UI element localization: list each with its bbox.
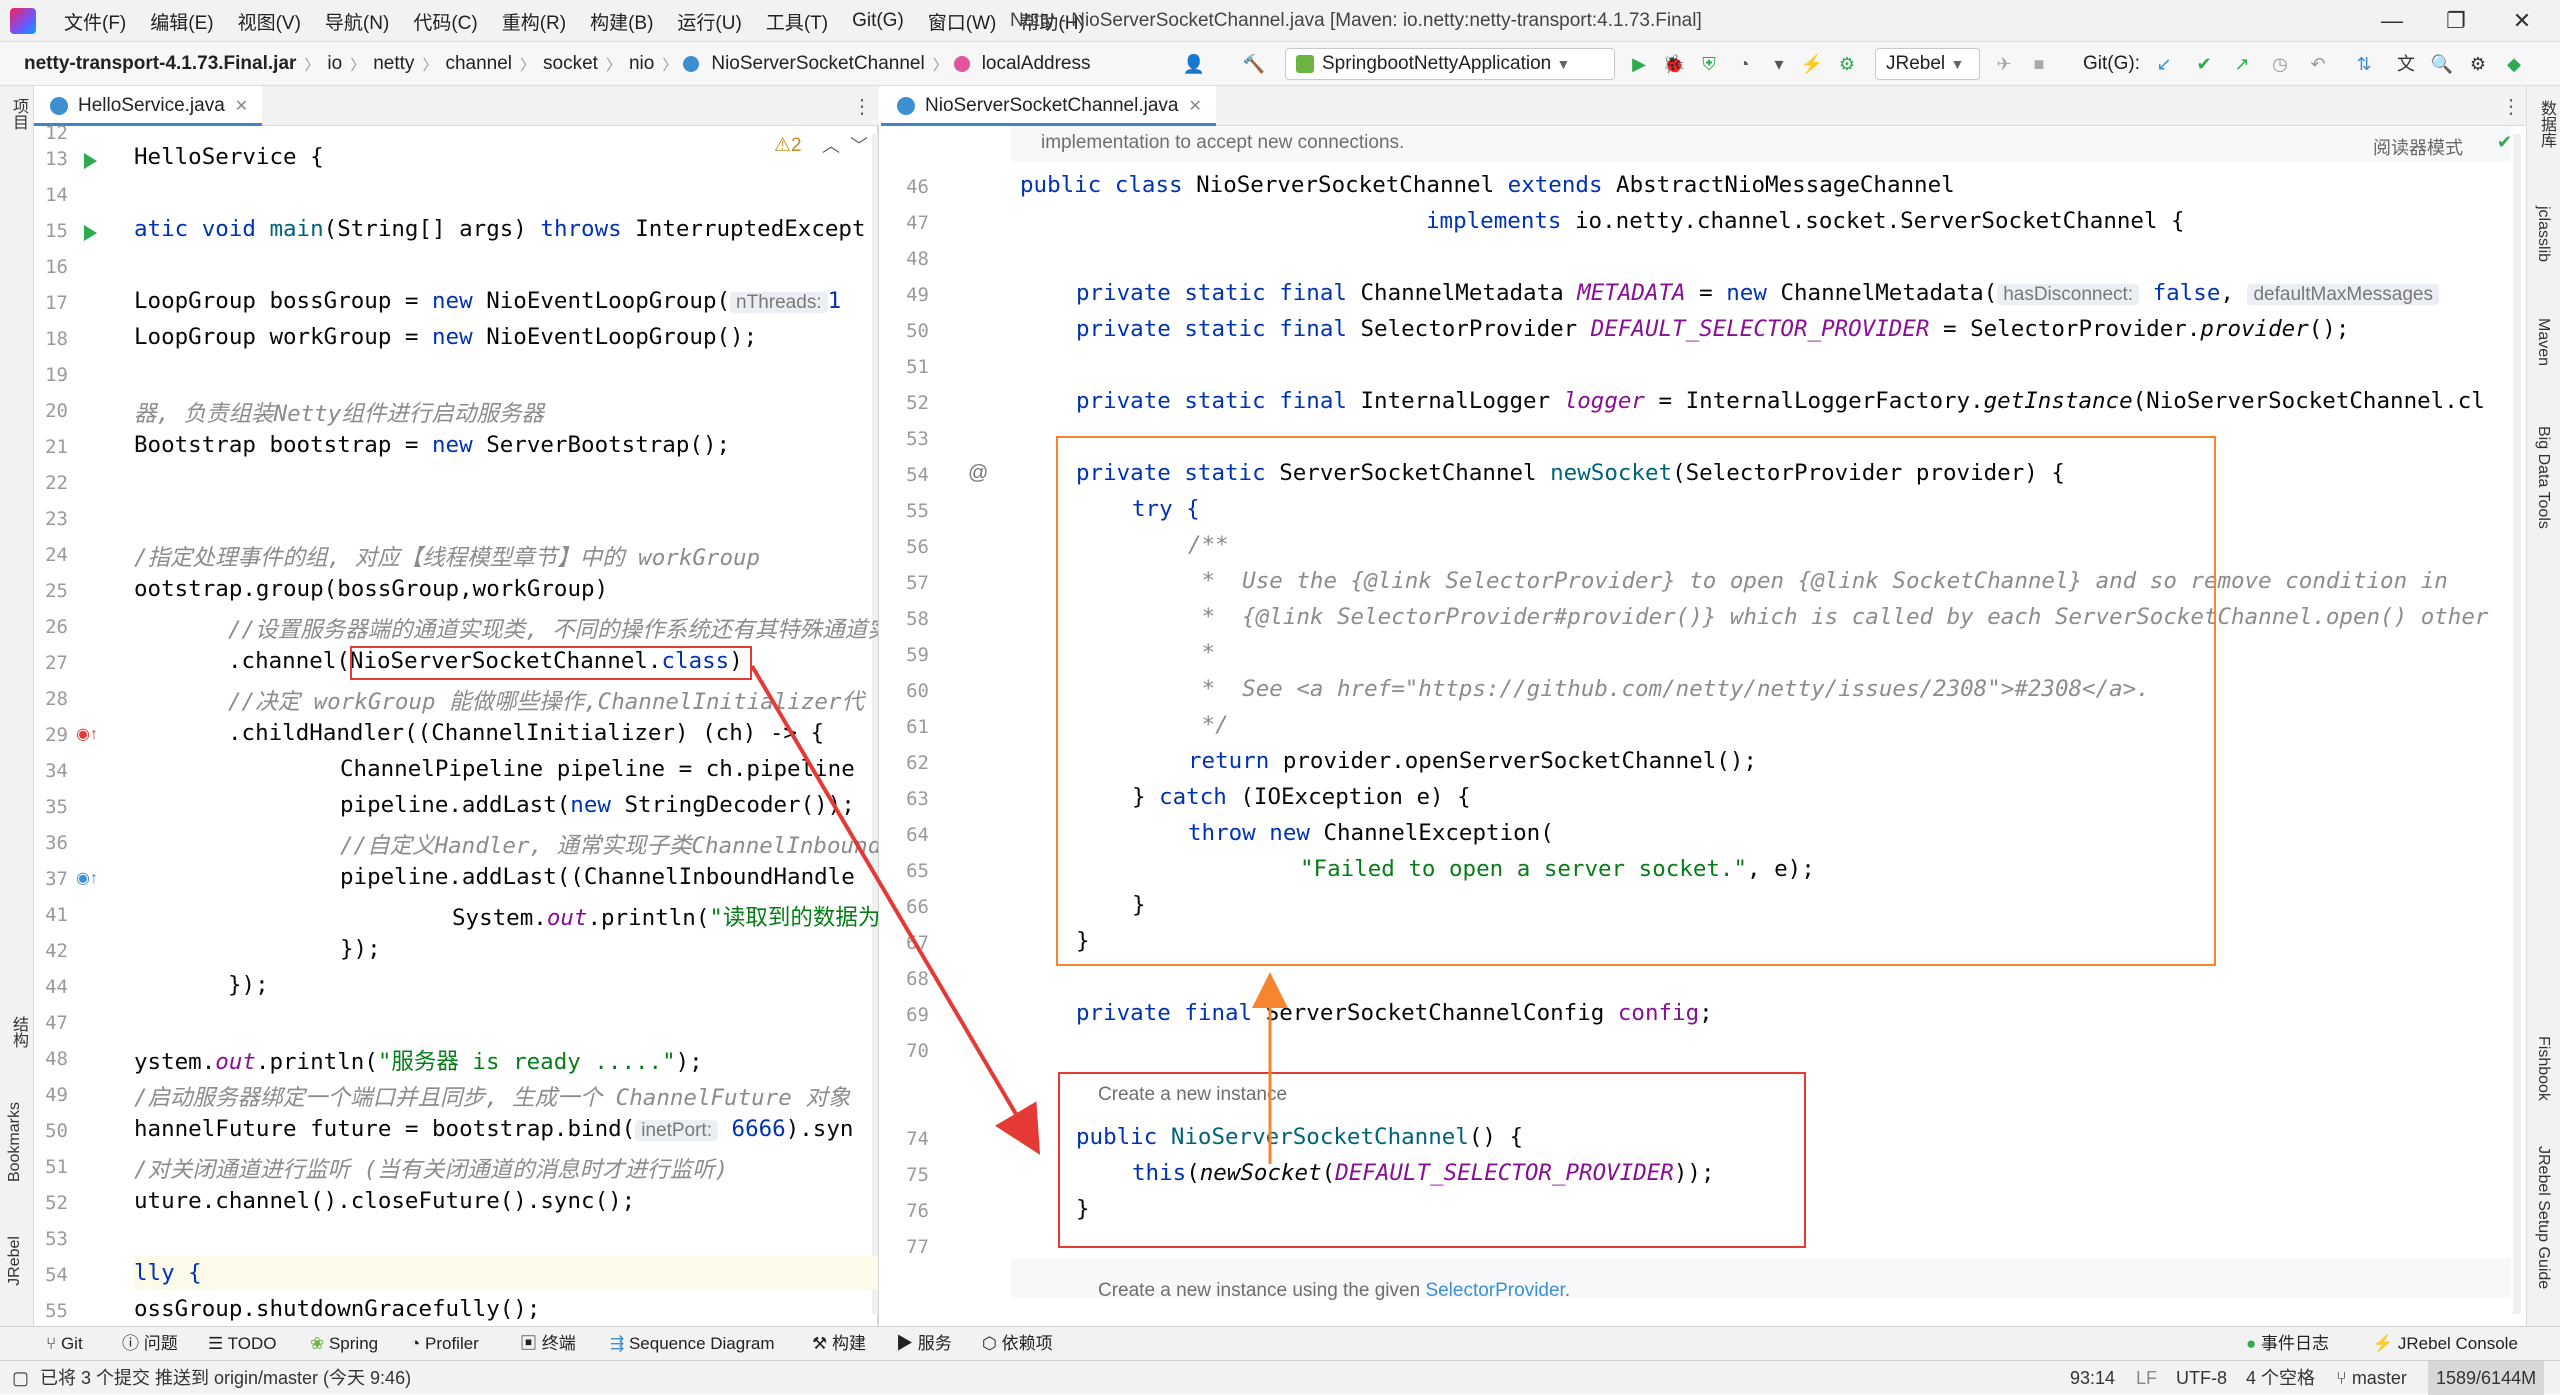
tool-terminal[interactable]: ▣ 终端 bbox=[520, 1327, 576, 1361]
services-icon: ▶ bbox=[896, 1334, 918, 1353]
tool-label: Git bbox=[60, 1334, 83, 1353]
tool-profiler[interactable]: ◔ Profiler bbox=[410, 1327, 479, 1361]
tool-label: 构建 bbox=[831, 1334, 866, 1353]
file-encoding[interactable]: UTF-8 bbox=[2176, 1361, 2227, 1395]
tool-sequence-diagram[interactable]: ⇶ Sequence Diagram bbox=[610, 1327, 775, 1361]
line-separator[interactable]: LF bbox=[2136, 1361, 2157, 1395]
tool-services[interactable]: ▶ 服务 bbox=[896, 1327, 952, 1361]
caret-position[interactable]: 93:14 bbox=[2070, 1361, 2115, 1395]
tool-label: 问题 bbox=[143, 1334, 178, 1353]
git-branch-icon: ⑂ bbox=[46, 1334, 61, 1353]
tool-label: 服务 bbox=[917, 1334, 952, 1353]
indent-setting[interactable]: 4 个空格 bbox=[2246, 1361, 2315, 1395]
tool-git[interactable]: ⑂ Git bbox=[46, 1327, 83, 1361]
tool-label: Spring bbox=[328, 1334, 379, 1353]
git-branch[interactable]: ⑂ master bbox=[2336, 1361, 2407, 1395]
tool-label: Profiler bbox=[425, 1334, 479, 1353]
annotation-arrows bbox=[750, 664, 1288, 1164]
build-hammer-icon: ⚒ bbox=[812, 1334, 832, 1353]
bottom-tool-window-bar: ⑂ Git ⓘ 问题 ☰ TODO ❀ Spring ◔ Profiler ▣ … bbox=[0, 1326, 2560, 1360]
event-log-icon: ● bbox=[2246, 1334, 2261, 1353]
memory-indicator[interactable]: 1589/6144M bbox=[2428, 1361, 2545, 1395]
tool-problems[interactable]: ⓘ 问题 bbox=[122, 1327, 178, 1361]
tool-label: 终端 bbox=[541, 1334, 576, 1353]
tool-dependencies[interactable]: ⬡ 依赖项 bbox=[982, 1327, 1053, 1361]
status-bar: ▢ 已将 3 个提交 推送到 origin/master (今天 9:46) 9… bbox=[0, 1360, 2560, 1395]
status-message[interactable]: 已将 3 个提交 推送到 origin/master (今天 9:46) bbox=[40, 1361, 411, 1395]
problems-icon: ⓘ bbox=[122, 1334, 144, 1353]
profiler-icon: ◔ bbox=[410, 1334, 425, 1353]
git-branch-icon: ⑂ bbox=[2336, 1368, 2352, 1388]
tool-jrebel-console[interactable]: ⚡ JRebel Console bbox=[2372, 1327, 2518, 1361]
tool-label: JRebel Console bbox=[2397, 1334, 2518, 1353]
tool-label: 依赖项 bbox=[1001, 1334, 1053, 1353]
tool-label: TODO bbox=[227, 1334, 277, 1353]
tool-label: Sequence Diagram bbox=[628, 1334, 775, 1353]
tool-label: 事件日志 bbox=[2261, 1334, 2329, 1353]
sequence-diagram-icon: ⇶ bbox=[610, 1334, 629, 1353]
tool-build[interactable]: ⚒ 构建 bbox=[812, 1327, 866, 1361]
jrebel-icon: ⚡ bbox=[2372, 1334, 2398, 1353]
branch-label: master bbox=[2351, 1368, 2407, 1388]
todo-icon: ☰ bbox=[208, 1334, 228, 1353]
spring-icon: ❀ bbox=[310, 1334, 329, 1353]
terminal-icon: ▣ bbox=[520, 1334, 542, 1353]
red-arrow bbox=[750, 664, 1041, 1155]
tool-spring[interactable]: ❀ Spring bbox=[310, 1327, 378, 1361]
status-icon: ▢ bbox=[12, 1368, 30, 1388]
tool-event-log[interactable]: ● 事件日志 bbox=[2246, 1327, 2329, 1361]
dependencies-icon: ⬡ bbox=[982, 1334, 1002, 1353]
tool-todo[interactable]: ☰ TODO bbox=[208, 1327, 276, 1361]
